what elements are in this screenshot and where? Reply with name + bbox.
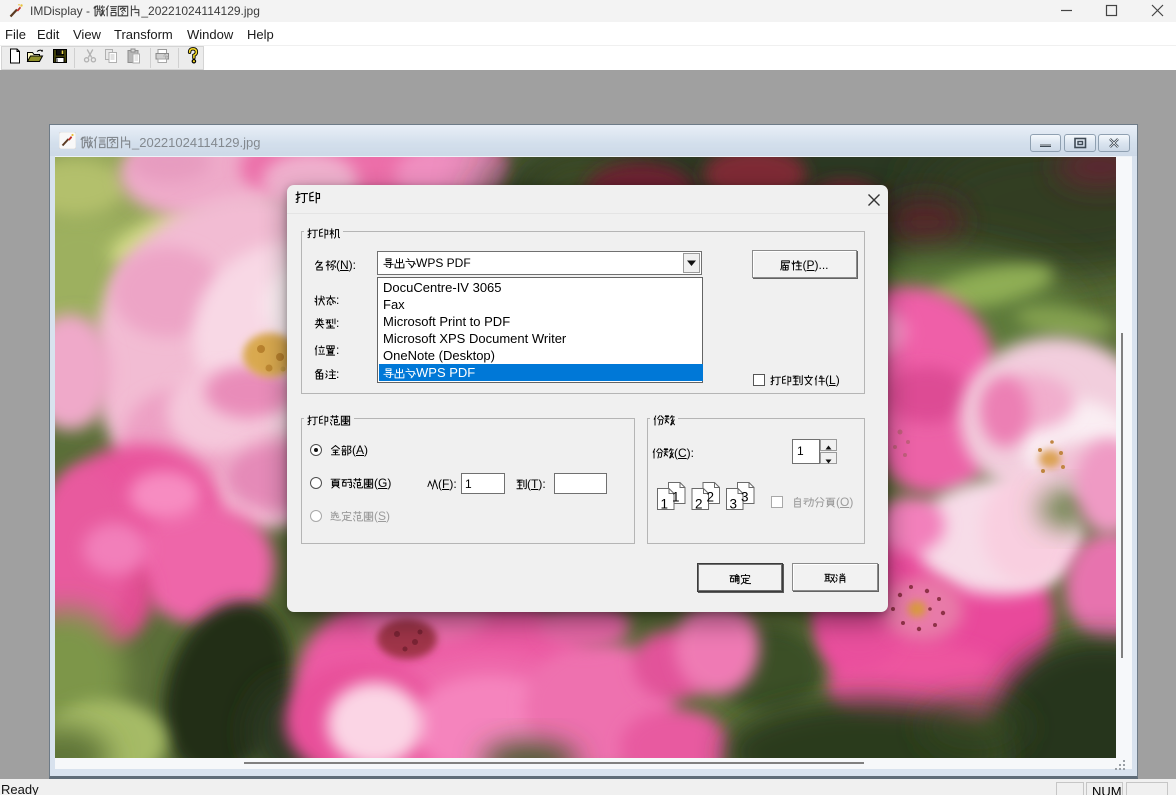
svg-text:3: 3 <box>730 497 738 512</box>
svg-text:1: 1 <box>661 497 669 512</box>
svg-text:3: 3 <box>741 490 749 505</box>
svg-text:1: 1 <box>672 490 680 505</box>
svg-text:2: 2 <box>707 490 715 505</box>
svg-text:2: 2 <box>695 497 703 512</box>
